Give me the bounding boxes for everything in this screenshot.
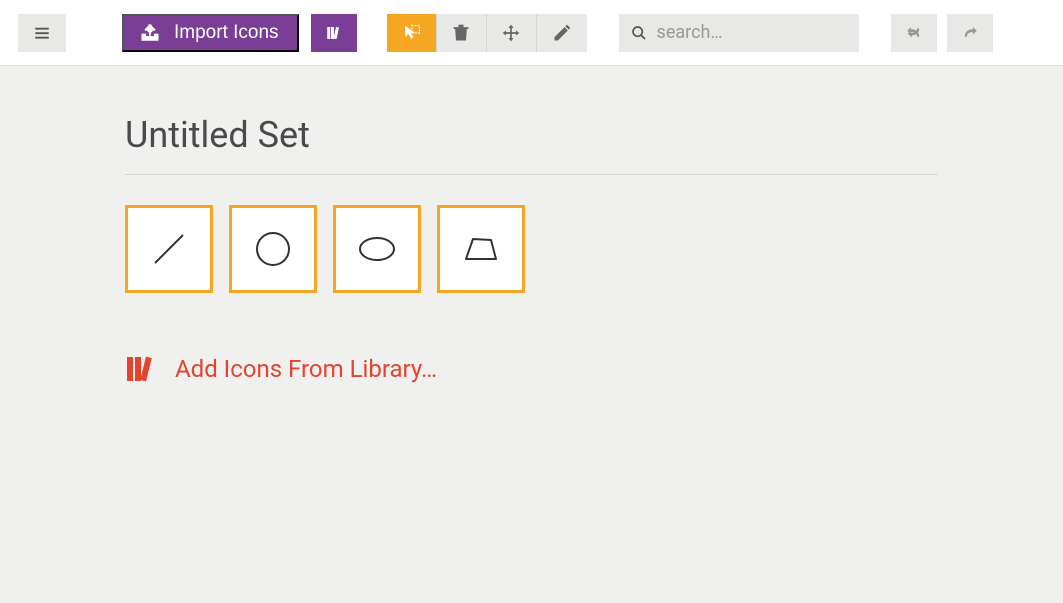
move-tool-button[interactable] xyxy=(487,14,537,52)
menu-button[interactable] xyxy=(18,14,66,52)
add-from-library-label: Add Icons From Library… xyxy=(175,355,437,383)
tool-mode-group xyxy=(387,14,587,52)
hamburger-icon xyxy=(33,24,51,42)
icon-cell-ellipse[interactable] xyxy=(333,205,421,293)
main-toolbar: Import Icons xyxy=(0,0,1063,66)
main-content: Untitled Set Add Icons xyxy=(0,66,1063,387)
import-icon xyxy=(140,23,160,43)
library-toggle-button[interactable] xyxy=(311,14,357,52)
icon-cell-trapezoid[interactable] xyxy=(437,205,525,293)
icon-cell-line[interactable] xyxy=(125,205,213,293)
search-input[interactable] xyxy=(657,22,847,43)
select-tool-button[interactable] xyxy=(387,14,437,52)
line-icon xyxy=(147,227,191,271)
icon-cell-circle[interactable] xyxy=(229,205,317,293)
import-icons-label: Import Icons xyxy=(174,22,279,44)
edit-tool-button[interactable] xyxy=(537,14,587,52)
move-icon xyxy=(501,23,521,43)
undo-redo-group xyxy=(891,14,993,52)
import-icons-button[interactable]: Import Icons xyxy=(122,14,299,52)
delete-tool-button[interactable] xyxy=(437,14,487,52)
books-icon xyxy=(325,24,343,42)
undo-icon xyxy=(905,24,923,42)
pencil-icon xyxy=(552,23,572,43)
redo-icon xyxy=(961,24,979,42)
search-container xyxy=(619,14,859,52)
search-icon xyxy=(631,25,647,41)
cursor-select-icon xyxy=(401,23,421,43)
circle-icon xyxy=(251,227,295,271)
redo-button[interactable] xyxy=(947,14,993,52)
library-icon xyxy=(125,355,159,383)
set-title: Untitled Set xyxy=(125,114,938,175)
undo-button[interactable] xyxy=(891,14,937,52)
trash-icon xyxy=(451,23,471,43)
trapezoid-icon xyxy=(459,227,503,271)
ellipse-icon xyxy=(355,227,399,271)
add-from-library-link[interactable]: Add Icons From Library… xyxy=(125,355,437,383)
icon-grid xyxy=(125,205,938,293)
